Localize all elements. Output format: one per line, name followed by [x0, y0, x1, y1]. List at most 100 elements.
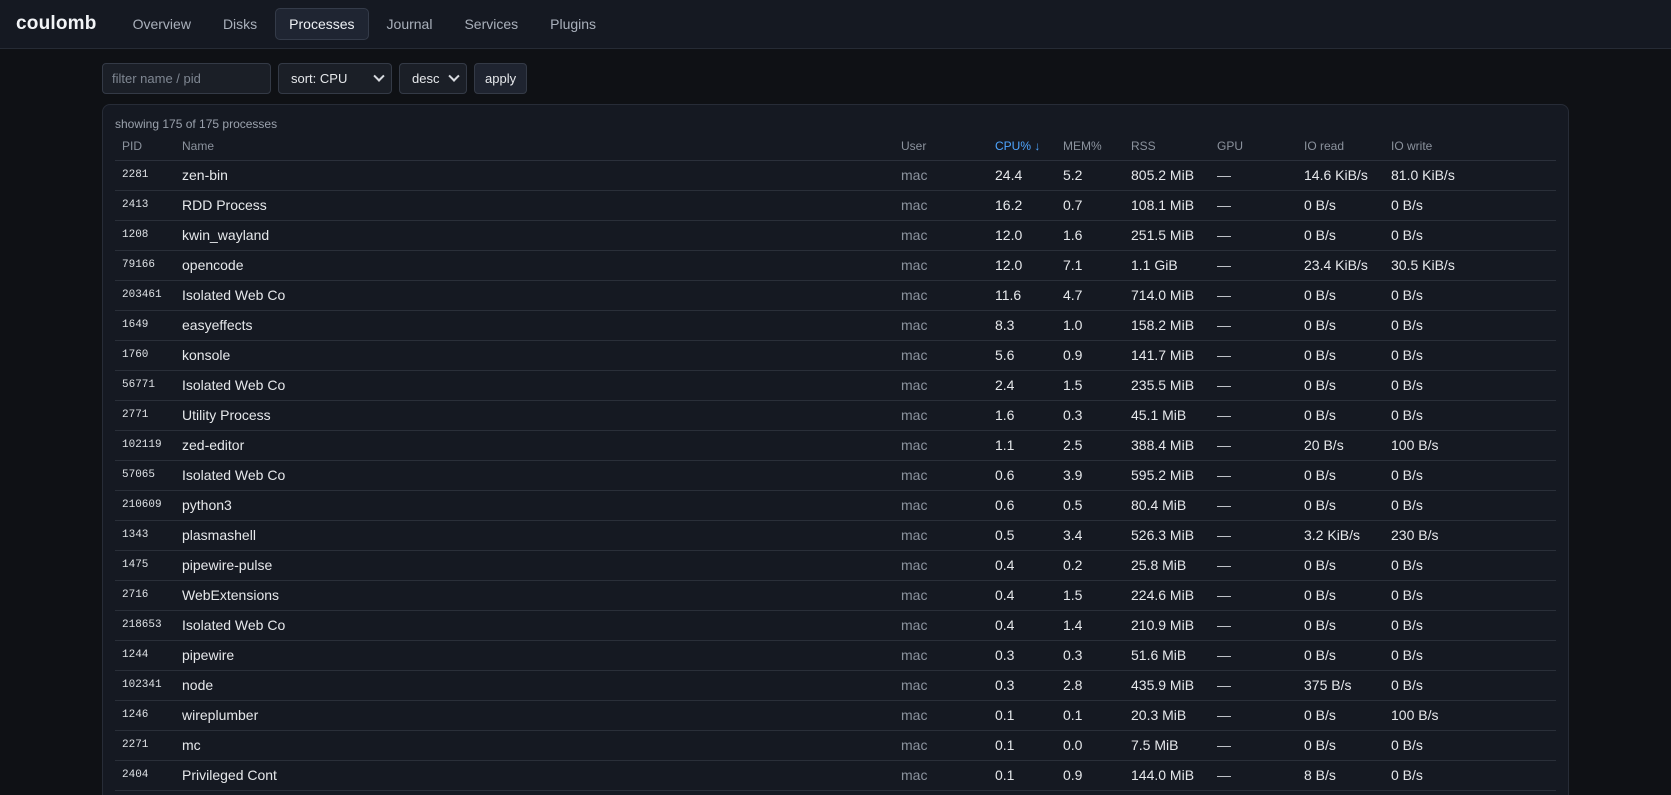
- tab-journal[interactable]: Journal: [373, 8, 447, 40]
- cell-io-write: 230 B/s: [1384, 520, 1556, 551]
- cell-user: mac: [894, 370, 988, 401]
- cell-gpu: —: [1210, 400, 1297, 431]
- cell-user: mac: [894, 490, 988, 521]
- cell-gpu: —: [1210, 310, 1297, 341]
- column-header-io-write[interactable]: IO write: [1384, 138, 1556, 161]
- cell-mem: 3.9: [1056, 460, 1124, 491]
- cell-mem: 3.4: [1056, 520, 1124, 551]
- table-row[interactable]: 1343 plasmashell mac 0.5 3.4 526.3 MiB —3.2 Ki…: [115, 520, 1556, 551]
- table-row[interactable]: 57065 Isolated Web Co mac 0.6 3.9 595.2 MiB —0…: [115, 460, 1556, 491]
- table-row[interactable]: 102119 zed-editor mac 1.1 2.5 388.4 MiB —20 B/…: [115, 430, 1556, 461]
- cell-cpu: 11.6: [988, 280, 1056, 311]
- column-header-gpu[interactable]: GPU: [1210, 138, 1297, 161]
- cell-name: plasmashell: [175, 520, 894, 551]
- app-brand[interactable]: coulomb: [16, 13, 97, 35]
- cell-io-write: 0 B/s: [1384, 400, 1556, 431]
- order-select[interactable]: desc: [399, 63, 467, 94]
- table-row[interactable]: 2413 RDD Process mac 16.2 0.7 108.1 MiB —0 B/s…: [115, 190, 1556, 221]
- cell-user: mac: [894, 610, 988, 641]
- tab-plugins[interactable]: Plugins: [536, 8, 610, 40]
- table-row[interactable]: 1649 easyeffects mac 8.3 1.0 158.2 MiB —0 B/s 0…: [115, 310, 1556, 341]
- column-header-pid[interactable]: PID: [115, 138, 175, 161]
- table-row[interactable]: 1475 pipewire-pulse mac 0.4 0.2 25.8 MiB —0 B/…: [115, 550, 1556, 581]
- table-row[interactable]: 1760 konsole mac 5.6 0.9 141.7 MiB —0 B/s 0 B/s: [115, 340, 1556, 371]
- cell-io-read: 0 B/s: [1297, 730, 1384, 761]
- cell-io-read: 0 B/s: [1297, 190, 1384, 221]
- table-row[interactable]: 1244 pipewire mac 0.3 0.3 51.6 MiB —0 B/s 0 B/s: [115, 640, 1556, 671]
- cell-gpu: —: [1210, 220, 1297, 251]
- process-controls: sort: CPU desc apply: [102, 63, 1671, 94]
- cell-gpu: —: [1210, 670, 1297, 701]
- cell-rss: 251.5 MiB: [1124, 220, 1210, 251]
- column-header-rss[interactable]: RSS: [1124, 138, 1210, 161]
- table-row[interactable]: 2771 Utility Process mac 1.6 0.3 45.1 MiB —0 B…: [115, 400, 1556, 431]
- cell-name: kwin_wayland: [175, 220, 894, 251]
- table-row[interactable]: 210609 python3 mac 0.6 0.5 80.4 MiB —0 B/s 0 B/…: [115, 490, 1556, 521]
- cell-mem: 4.7: [1056, 280, 1124, 311]
- cell-mem: 0.0: [1056, 730, 1124, 761]
- table-row[interactable]: 2404 Privileged Cont mac 0.1 0.9 144.0 MiB —8 …: [115, 760, 1556, 791]
- table-row[interactable]: 102341 node mac 0.3 2.8 435.9 MiB —375 B/s 0 B/…: [115, 670, 1556, 701]
- table-row[interactable]: 2281 zen-bin mac 24.4 5.2 805.2 MiB —14.6 KiB/…: [115, 160, 1556, 191]
- cell-io-read: 0 B/s: [1297, 280, 1384, 311]
- table-row[interactable]: 79166 opencode mac 12.0 7.1 1.1 GiB —23.4 KiB/…: [115, 250, 1556, 281]
- cell-mem: 1.0: [1056, 310, 1124, 341]
- cell-name: Isolated Web Co: [175, 370, 894, 401]
- tab-overview[interactable]: Overview: [119, 8, 205, 40]
- cell-mem: 2.5: [1056, 430, 1124, 461]
- table-row[interactable]: 203461 Isolated Web Co mac 11.6 4.7 714.0 MiB…: [115, 280, 1556, 311]
- tab-disks[interactable]: Disks: [209, 8, 271, 40]
- table-row[interactable]: 1246 wireplumber mac 0.1 0.1 20.3 MiB —0 B/s 10…: [115, 700, 1556, 731]
- column-header-user[interactable]: User: [894, 138, 988, 161]
- cell-user: mac: [894, 520, 988, 551]
- table-row[interactable]: 56771 Isolated Web Co mac 2.4 1.5 235.5 MiB —0…: [115, 370, 1556, 401]
- apply-button[interactable]: apply: [474, 63, 528, 94]
- cell-gpu: —: [1210, 250, 1297, 281]
- cell-io-read: 14.6 KiB/s: [1297, 160, 1384, 191]
- cell-pid: 2281: [115, 160, 175, 191]
- column-header-cpu[interactable]: CPU% ↓: [988, 138, 1056, 161]
- cell-user: mac: [894, 340, 988, 371]
- sort-select-value: sort: CPU: [291, 71, 348, 86]
- table-row[interactable]: 2716 WebExtensions mac 0.4 1.5 224.6 MiB —0 B/…: [115, 580, 1556, 611]
- table-row[interactable]: 2271 mc mac 0.1 0.0 7.5 MiB —0 B/s 0 B/s: [115, 730, 1556, 761]
- cell-io-write: 100 B/s: [1384, 430, 1556, 461]
- cell-name: wireplumber: [175, 700, 894, 731]
- cell-user: mac: [894, 400, 988, 431]
- cell-name: Isolated Web Co: [175, 460, 894, 491]
- order-select-value: desc: [412, 71, 440, 86]
- table-row[interactable]: 218653 Isolated Web Co mac 0.4 1.4 210.9 MiB —…: [115, 610, 1556, 641]
- cell-gpu: —: [1210, 430, 1297, 461]
- cell-pid: 1208: [115, 220, 175, 251]
- cell-io-read: 0 B/s: [1297, 580, 1384, 611]
- sort-select[interactable]: sort: CPU: [278, 63, 392, 94]
- cell-name: Isolated Web Co: [175, 610, 894, 641]
- top-bar: coulomb Overview Disks Processes Journal…: [0, 0, 1671, 49]
- filter-input[interactable]: [102, 63, 271, 94]
- cell-mem: 0.7: [1056, 190, 1124, 221]
- table-row[interactable]: 1208 kwin_wayland mac 12.0 1.6 251.5 MiB —0 B/…: [115, 220, 1556, 251]
- cell-mem: 0.3: [1056, 400, 1124, 431]
- cell-cpu: 0.4: [988, 610, 1056, 641]
- column-header-name[interactable]: Name: [175, 138, 894, 161]
- cell-pid: 2413: [115, 190, 175, 221]
- column-header-io-read[interactable]: IO read: [1297, 138, 1384, 161]
- cell-io-write: 0 B/s: [1384, 760, 1556, 791]
- tab-processes[interactable]: Processes: [275, 8, 369, 40]
- cell-cpu: 0.3: [988, 670, 1056, 701]
- cell-cpu: 0.4: [988, 550, 1056, 581]
- cell-io-read: 0 B/s: [1297, 310, 1384, 341]
- column-header-mem[interactable]: MEM%: [1056, 138, 1124, 161]
- cell-pid: 203461: [115, 280, 175, 311]
- cell-cpu: 0.1: [988, 760, 1056, 791]
- cell-rss: 158.2 MiB: [1124, 310, 1210, 341]
- cell-rss: 224.6 MiB: [1124, 580, 1210, 611]
- tab-services[interactable]: Services: [450, 8, 532, 40]
- cell-io-write: 30.5 KiB/s: [1384, 250, 1556, 281]
- cell-io-read: 0 B/s: [1297, 460, 1384, 491]
- cell-rss: 435.9 MiB: [1124, 670, 1210, 701]
- cell-pid: 57065: [115, 460, 175, 491]
- cell-rss: 210.9 MiB: [1124, 610, 1210, 641]
- cell-user: mac: [894, 730, 988, 761]
- process-count: showing 175 of 175 processes: [115, 117, 278, 131]
